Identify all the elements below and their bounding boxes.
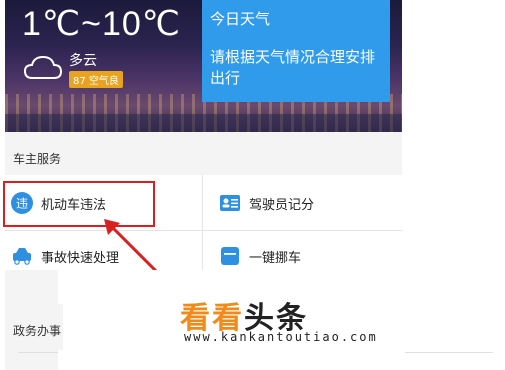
owner-services-header: 车主服务 (5, 138, 402, 176)
service-item-driver-points[interactable]: 驾驶员记分 (203, 175, 402, 230)
aqi-badge: 87 空气良 (69, 71, 123, 88)
divider (405, 352, 493, 353)
service-item-move-car[interactable]: 一键挪车 (203, 231, 402, 270)
gov-services-header-visible: 政务办事 (5, 304, 63, 350)
weather-condition: 多云 (69, 53, 97, 69)
weather-card-text: 请根据天气情况合理安排出行 (210, 48, 376, 87)
section-title: 车主服务 (13, 152, 62, 166)
car-accident-icon (13, 248, 31, 265)
watermark-url: www.kankantoutiao.com (184, 330, 378, 344)
weather-card-title: 今日天气 (210, 10, 271, 28)
service-label: 一键挪车 (249, 251, 302, 266)
cloud-icon (23, 55, 63, 79)
today-weather-card[interactable]: 今日天气 请根据天气情况合理安排出行 (202, 0, 390, 102)
divider (18, 352, 58, 353)
driver-card-icon (220, 195, 240, 211)
river-decoration (5, 114, 402, 132)
temperature-range: 1℃~10℃ (22, 5, 181, 43)
move-car-icon (221, 247, 239, 265)
weather-banner: 1℃~10℃ 多云 87 空气良 今日天气 请根据天气情况合理安排出行 (5, 0, 402, 132)
section-title: 政务办事 (13, 324, 62, 338)
service-label: 驾驶员记分 (249, 198, 315, 213)
